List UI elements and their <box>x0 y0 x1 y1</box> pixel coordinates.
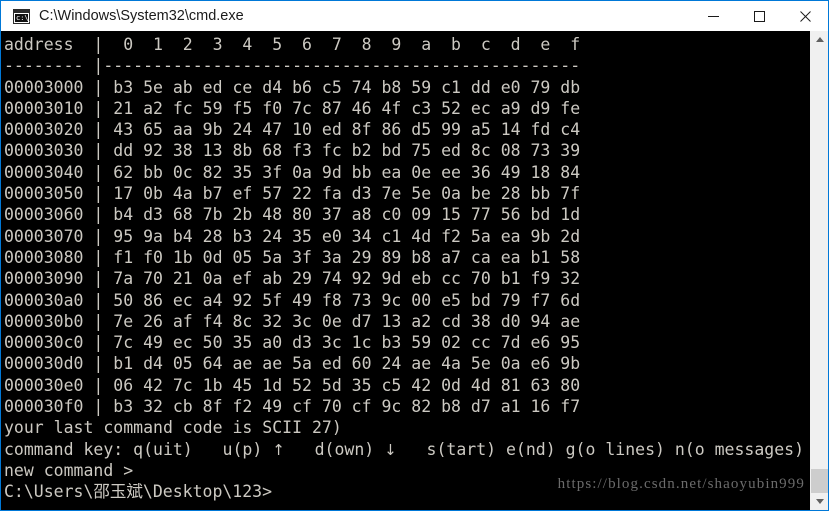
console-scrollbar[interactable] <box>810 31 828 510</box>
console-area: address | 0 1 2 3 4 5 6 7 8 9 a b c d e … <box>1 31 828 510</box>
scrollbar-track[interactable] <box>811 48 828 493</box>
cmd-console-icon: c:\_ <box>13 8 33 24</box>
hex-row: 000030b0 | 7e 26 af f4 8c 32 3c 0e d7 13… <box>4 311 591 331</box>
scroll-down-icon <box>815 499 824 504</box>
hex-row: 00003010 | 21 a2 fc 59 f5 f0 7c 87 46 4f… <box>4 98 591 118</box>
window-title: C:\Windows\System32\cmd.exe <box>39 8 244 24</box>
hex-row: 00003040 | 62 bb 0c 82 35 3f 0a 9d bb ea… <box>4 162 591 182</box>
maximize-button[interactable] <box>736 1 782 31</box>
title-bar[interactable]: c:\_ C:\Windows\System32\cmd.exe <box>1 1 828 31</box>
console-text: address | 0 1 2 3 4 5 6 7 8 9 a b c d e … <box>1 34 810 503</box>
hex-row: 00003070 | 95 9a b4 28 b3 24 35 e0 34 c1… <box>4 226 591 246</box>
hex-row: 00003050 | 17 0b 4a b7 ef 57 22 fa d3 7e… <box>4 184 591 204</box>
status-line: your last command code is SCII 27) <box>4 418 342 438</box>
hex-row: 00003020 | 43 65 aa 9b 24 47 10 ed 8f 86… <box>4 120 591 140</box>
hex-row: 00003000 | b3 5e ab ed ce d4 b6 c5 74 b8… <box>4 77 591 97</box>
hex-header-separator: -------- |------------------------------… <box>4 56 581 76</box>
up-arrow-icon: ↑ <box>272 440 285 459</box>
maximize-icon <box>753 10 765 22</box>
hex-row: 000030a0 | 50 86 ec a4 92 5f 49 f8 73 9c… <box>4 290 591 310</box>
scrollbar-up-button[interactable] <box>811 31 828 48</box>
hex-row: 00003030 | dd 92 38 13 8b 68 f3 fc b2 bd… <box>4 141 591 161</box>
hex-header-row: address | 0 1 2 3 4 5 6 7 8 9 a b c d e … <box>4 35 591 54</box>
close-icon <box>799 10 811 22</box>
scrollbar-thumb[interactable] <box>811 469 828 493</box>
hex-row: 000030f0 | b3 32 cb 8f f2 49 cf 70 cf 9c… <box>4 397 591 417</box>
close-button[interactable] <box>782 1 828 31</box>
command-key-line: command key: q(uit) u(p) ↑ d(own) ↓ s(ta… <box>4 439 805 459</box>
scroll-up-icon <box>815 37 824 42</box>
cmd-window: c:\_ C:\Windows\System32\cmd.exe address… <box>0 0 829 511</box>
hex-row: 000030d0 | b1 d4 05 64 ae ae 5a ed 60 24… <box>4 354 591 374</box>
minimize-button[interactable] <box>690 1 736 31</box>
window-controls <box>690 1 828 31</box>
down-arrow-icon: ↓ <box>384 440 397 459</box>
hex-row: 00003080 | f1 f0 1b 0d 05 5a 3f 3a 29 89… <box>4 247 591 267</box>
new-command-line: new command > <box>4 460 134 480</box>
minimize-icon <box>707 15 719 17</box>
shell-prompt-line: C:\Users\邵玉斌\Desktop\123> <box>4 482 273 502</box>
hex-row: 000030e0 | 06 42 7c 1b 45 1d 52 5d 35 c5… <box>4 375 591 395</box>
hex-row: 00003090 | 7a 70 21 0a ef ab 29 74 92 9d… <box>4 269 591 289</box>
scrollbar-down-button[interactable] <box>811 493 828 510</box>
prompt-username: 邵玉斌 <box>93 482 143 502</box>
hex-row: 000030c0 | 7c 49 ec 50 35 a0 d3 3c 1c b3… <box>4 333 591 353</box>
hex-row: 00003060 | b4 d3 68 7b 2b 48 80 37 a8 c0… <box>4 205 591 225</box>
cmd-icon-glyph: c:\_ <box>16 13 33 22</box>
console-output[interactable]: address | 0 1 2 3 4 5 6 7 8 9 a b c d e … <box>1 31 810 510</box>
